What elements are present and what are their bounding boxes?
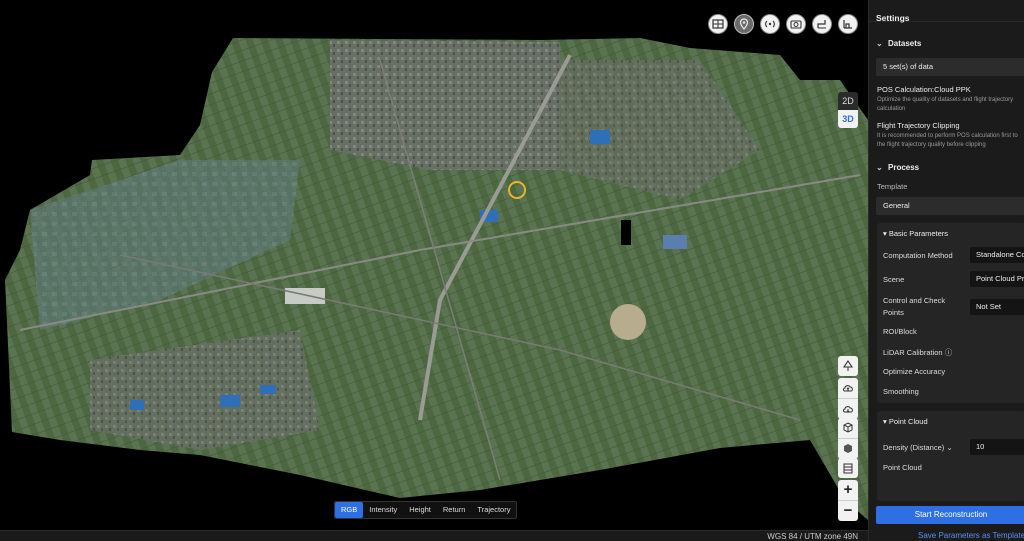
building-button[interactable]	[838, 458, 858, 478]
map-viewport[interactable]: 2D 3D + − RGB Intensity Height Return Tr…	[0, 0, 868, 541]
view-toggle: 2D 3D	[838, 92, 858, 128]
datasets-section-header[interactable]: ⌄ Datasets	[869, 36, 1024, 52]
point-cloud-next-label: Point Cloud	[883, 463, 922, 472]
optimize-accuracy-row[interactable]: Optimize Accuracy	[877, 361, 1024, 381]
density-label: Density (Distance)	[883, 443, 945, 452]
mode-intensity[interactable]: Intensity	[363, 502, 403, 518]
save-template-link[interactable]: Save Parameters as Template	[918, 531, 1024, 540]
status-bar: WGS 84 / UTM zone 49N	[0, 530, 868, 541]
point-measure-button[interactable]	[838, 356, 858, 376]
process-section-header[interactable]: ⌄ Process	[869, 160, 1024, 176]
view-3d-button[interactable]: 3D	[838, 110, 858, 128]
scene-select[interactable]: Point Cloud Processing	[970, 271, 1024, 287]
basic-parameters-card: ▾ Basic Parameters Computation Method St…	[877, 223, 1024, 403]
cloud-upload-icon	[843, 385, 853, 392]
density-input[interactable]: 10	[970, 439, 1024, 455]
optimize-accuracy-label: Optimize Accuracy	[883, 367, 946, 376]
roi-row[interactable]: ROI/Block	[877, 321, 1024, 341]
chevron-down-icon[interactable]: ⌄	[946, 443, 952, 452]
map-layers-icon	[712, 19, 724, 29]
settings-title: Settings	[869, 0, 1024, 23]
signal-icon	[765, 20, 775, 28]
control-points-row: Control and Check Points Not Set	[877, 293, 1024, 321]
control-points-select[interactable]: Not Set	[970, 299, 1024, 315]
tree-icon	[842, 360, 854, 371]
map-urban-north	[330, 40, 560, 170]
computation-method-select[interactable]: Standalone Computing	[970, 247, 1024, 263]
box-icon	[844, 444, 852, 453]
location-pin-icon	[739, 18, 749, 30]
mode-trajectory[interactable]: Trajectory	[471, 502, 516, 518]
control-points-label: Control and Check	[883, 296, 946, 305]
cube-icon	[843, 422, 853, 433]
trajectory-clipping-desc-2: the flight trajectory quality before cli…	[877, 142, 986, 148]
building-tools	[838, 458, 858, 478]
camera-button[interactable]	[786, 14, 806, 34]
info-icon[interactable]: ⓘ	[945, 348, 953, 357]
computation-method-label: Computation Method	[883, 251, 953, 260]
trajectory-clipping-title[interactable]: Flight Trajectory Clipping	[869, 121, 1024, 130]
display-mode-bar: RGB Intensity Height Return Trajectory	[334, 501, 518, 519]
pos-calculation-desc: Optimize the quality of datasets and fli…	[877, 97, 1014, 103]
chevron-down-icon: ⌄	[876, 39, 883, 48]
basic-parameters-header[interactable]: ▾ Basic Parameters	[877, 223, 1024, 245]
control-points-label-2: Points	[883, 308, 904, 317]
trajectory-icon	[817, 20, 826, 29]
location-pin-button[interactable]	[734, 14, 754, 34]
mode-rgb[interactable]: RGB	[335, 502, 364, 518]
cloud-upload-button[interactable]	[838, 378, 858, 399]
minus-icon: −	[843, 502, 853, 519]
scene-label: Scene	[883, 275, 905, 284]
aerial-point-cloud-map[interactable]	[0, 0, 868, 541]
building-icon	[843, 463, 853, 474]
start-reconstruction-button[interactable]: Start Reconstruction	[876, 506, 1024, 524]
cloud-download-button[interactable]	[838, 399, 858, 419]
chevron-down-icon: ⌄	[876, 163, 883, 172]
terrain-button[interactable]	[838, 14, 858, 34]
map-toolbar	[708, 14, 858, 34]
template-label: Template	[877, 182, 908, 191]
measure-tools	[838, 356, 858, 376]
mode-return[interactable]: Return	[437, 502, 472, 518]
settings-panel: Settings ⌄ Datasets 5 set(s) of data POS …	[868, 0, 1024, 541]
lidar-calibration-row[interactable]: LiDAR Calibration ⓘ	[877, 341, 1024, 361]
cube-tools	[838, 418, 858, 459]
crs-label[interactable]: WGS 84 / UTM zone 49N	[767, 532, 858, 541]
cloud-tools	[838, 378, 858, 419]
computation-method-row: Computation Method Standalone Computing	[877, 245, 1024, 265]
terrain-icon	[843, 20, 852, 29]
smoothing-row[interactable]: Smoothing	[877, 381, 1024, 403]
map-layers-button[interactable]	[708, 14, 728, 34]
template-select[interactable]: General	[876, 197, 1024, 215]
cube-view-button[interactable]	[838, 418, 858, 439]
density-row: Density (Distance) ⌄ 10	[877, 437, 1024, 457]
smoothing-label: Smoothing	[883, 387, 919, 396]
cloud-download-icon	[843, 406, 853, 413]
trajectory-button[interactable]	[812, 14, 832, 34]
pos-calculation-title[interactable]: POS Calculation:Cloud PPK	[869, 85, 1024, 94]
point-cloud-card: ▾ Point Cloud Density (Distance) ⌄ 10 Po…	[877, 411, 1024, 501]
lidar-calibration-label: LiDAR Calibration	[883, 348, 943, 357]
roi-label: ROI/Block	[883, 327, 917, 336]
zoom-controls: + −	[838, 480, 858, 521]
point-cloud-next-row: Point Cloud	[877, 457, 1024, 477]
zoom-in-button[interactable]: +	[838, 480, 858, 501]
box-select-button[interactable]	[838, 439, 858, 459]
scene-row: Scene Point Cloud Processing	[877, 269, 1024, 289]
view-2d-button[interactable]: 2D	[838, 92, 858, 110]
signal-button[interactable]	[760, 14, 780, 34]
mode-height[interactable]: Height	[403, 502, 437, 518]
point-cloud-header[interactable]: ▾ Point Cloud	[877, 411, 1024, 433]
pos-calculation-desc-2: calculation	[877, 106, 906, 112]
camera-icon	[790, 20, 802, 29]
plus-icon: +	[843, 481, 853, 498]
datasets-select[interactable]: 5 set(s) of data	[876, 58, 1024, 76]
trajectory-clipping-desc: It is recommended to perform POS calcula…	[877, 133, 1018, 139]
zoom-out-button[interactable]: −	[838, 501, 858, 521]
